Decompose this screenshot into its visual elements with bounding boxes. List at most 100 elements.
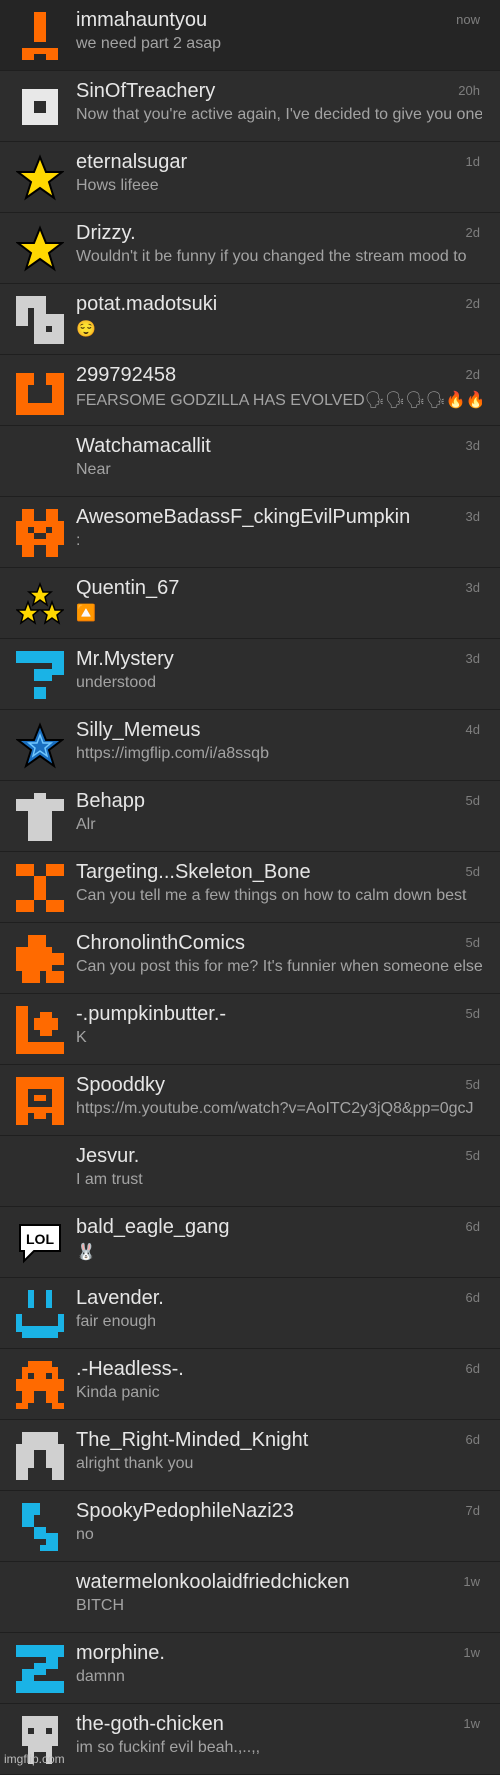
yellow-star-icon	[15, 225, 65, 273]
conversation-time: 2d	[465, 225, 480, 240]
conversation-preview: im so fuckinf evil beah.,..,,	[76, 1739, 261, 1756]
yellow-star-icon	[15, 154, 65, 202]
conversation-row[interactable]: AwesomeBadassF_ckingEvilPumpkin: 3d	[0, 497, 500, 568]
conversation-row[interactable]: -.pumpkinbutter.- K 5d	[0, 994, 500, 1065]
conversation-row[interactable]: .-Headless-. Kinda panic 6d	[0, 1349, 500, 1420]
conversation-preview: K	[76, 1029, 87, 1046]
conversation-row[interactable]: the-goth-chicken im so fuckinf evil beah.…	[0, 1704, 500, 1775]
conversation-preview: we need part 2 asap	[76, 35, 221, 52]
conversation-preview: understood	[76, 674, 157, 691]
orange-ghost-icon	[16, 1077, 64, 1125]
orange-pumpkin-icon	[16, 509, 64, 557]
conversation-row[interactable]: Behapp Alr 5d	[0, 781, 500, 852]
svg-text:LOL: LOL	[26, 1231, 54, 1247]
conversation-time: 5d	[465, 1006, 480, 1021]
conversation-time: 6d	[465, 1361, 480, 1376]
conversation-preview: https://imgflip.com/i/a8ssqb	[76, 745, 269, 762]
conversation-row[interactable]: SinOfTreachery Now that you're active aga…	[0, 71, 500, 142]
conversation-time: 5d	[465, 1077, 480, 1092]
conversation-row[interactable]: potat.madotsuki 😌 2d	[0, 284, 500, 355]
conversation-name: Quentin_67	[76, 577, 180, 599]
conversation-name: potat.madotsuki	[76, 293, 218, 315]
orange-invader-icon	[16, 1361, 64, 1409]
conversation-time: 3d	[465, 509, 480, 524]
lol-bubble-icon: LOL	[16, 1219, 64, 1267]
conversation-name: immahauntyou	[76, 9, 208, 31]
conversation-row[interactable]: Drizzy. Wouldn't it be funny if you chang…	[0, 213, 500, 284]
conversation-row[interactable]: Mr.Mystery understood 3d	[0, 639, 500, 710]
cyan-swirl-icon	[16, 1645, 64, 1693]
conversation-preview: https://m.youtube.com/watch?v=AoITC2y3jQ…	[76, 1100, 474, 1117]
orange-plus-icon	[16, 1006, 64, 1054]
conversation-row[interactable]: Lavender. fair enough 6d	[0, 1278, 500, 1349]
conversation-time: 3d	[465, 580, 480, 595]
conversation-name: Spooddky	[76, 1074, 165, 1096]
conversation-name: ChronolinthComics	[76, 932, 245, 954]
conversation-preview: 🐰	[76, 1244, 96, 1261]
conversation-name: Mr.Mystery	[76, 648, 174, 670]
conversation-row[interactable]: 299792458 FEARSOME GODZILLA HAS EVOLVED🗣🗣…	[0, 355, 500, 426]
conversation-row[interactable]: The_Right-Minded_Knightalright thank you…	[0, 1420, 500, 1491]
conversation-time: 3d	[465, 438, 480, 453]
conversation-time: 6d	[465, 1290, 480, 1305]
conversation-preview: Alr	[76, 816, 96, 833]
conversation-name: Watchamacallit	[76, 435, 211, 457]
blue-star-icon	[15, 722, 65, 770]
conversation-preview: alright thank you	[76, 1455, 194, 1472]
conversation-name: the-goth-chicken	[76, 1713, 224, 1735]
conversation-time: now	[456, 12, 480, 27]
avatar-empty	[16, 1574, 64, 1622]
orange-puzzle-icon	[16, 935, 64, 983]
conversation-name: Targeting...Skeleton_Bone	[76, 861, 311, 883]
three-stars-icon	[14, 580, 66, 628]
conversation-time: 4d	[465, 722, 480, 737]
conversation-preview: BITCH	[76, 1597, 124, 1614]
conversation-preview: Can you post this for me? It's funnier w…	[76, 958, 482, 975]
conversation-time: 2d	[465, 367, 480, 382]
conversation-row[interactable]: Targeting...Skeleton_Bone Can you tell me…	[0, 852, 500, 923]
conversation-row[interactable]: Quentin_67 🔼 3d	[0, 568, 500, 639]
conversation-row[interactable]: watermelonkoolaidfriedchicken BITCH 1w	[0, 1562, 500, 1633]
conversation-name: .-Headless-.	[76, 1358, 184, 1380]
gray-pixel-icon	[16, 296, 64, 344]
conversation-time: 1w	[463, 1645, 480, 1660]
conversation-preview: I am trust	[76, 1171, 143, 1188]
conversation-name: SinOfTreachery	[76, 80, 216, 102]
conversation-name: Behapp	[76, 790, 145, 812]
conversation-name: watermelonkoolaidfriedchicken	[76, 1571, 350, 1593]
conversation-name: Lavender.	[76, 1287, 164, 1309]
conversation-row[interactable]: Jesvur. I am trust 5d	[0, 1136, 500, 1207]
conversation-time: 2d	[465, 296, 480, 311]
conversation-name: Drizzy.	[76, 222, 136, 244]
conversation-time: 1w	[463, 1574, 480, 1589]
conversation-name: morphine.	[76, 1642, 165, 1664]
conversation-name: The_Right-Minded_Knight	[76, 1429, 309, 1451]
conversation-time: 5d	[465, 1148, 480, 1163]
conversation-time: 20h	[458, 83, 480, 98]
conversation-row[interactable]: immahauntyou we need part 2 asap now	[0, 0, 500, 71]
conversation-row[interactable]: Watchamacallit Near 3d	[0, 426, 500, 497]
cyan-zigzag-icon	[16, 1503, 64, 1551]
orange-bone-icon	[16, 864, 64, 912]
conversation-time: 5d	[465, 935, 480, 950]
conversation-preview: Wouldn't it be funny if you changed the …	[76, 248, 467, 265]
conversation-row[interactable]: LOL bald_eagle_gang 🐰 6d	[0, 1207, 500, 1278]
conversation-preview: no	[76, 1526, 94, 1543]
conversation-time: 1d	[465, 154, 480, 169]
conversation-row[interactable]: morphine. damnn 1w	[0, 1633, 500, 1704]
conversation-row[interactable]: eternalsugar Hows lifeee 1d	[0, 142, 500, 213]
conversation-name: Jesvur.	[76, 1145, 140, 1167]
conversation-row[interactable]: ChronolinthComics Can you post this for m…	[0, 923, 500, 994]
conversation-name: eternalsugar	[76, 151, 188, 173]
conversation-row[interactable]: Silly_Memeus https://imgflip.com/i/a8ssqb…	[0, 710, 500, 781]
conversation-row[interactable]: SpookyPedophileNazi23 no 7d	[0, 1491, 500, 1562]
orange-smile-icon	[16, 367, 64, 415]
conversation-preview: Hows lifeee	[76, 177, 159, 194]
conversation-name: AwesomeBadassF_ckingEvilPumpkin	[76, 506, 411, 528]
conversation-time: 5d	[465, 864, 480, 879]
conversation-row[interactable]: Spooddky https://m.youtube.com/watch?v=Ao…	[0, 1065, 500, 1136]
cyan-question-icon	[16, 651, 64, 699]
conversation-preview: :	[76, 532, 81, 549]
conversation-name: Silly_Memeus	[76, 719, 201, 741]
watermark: imgflip.com	[4, 1752, 65, 1766]
